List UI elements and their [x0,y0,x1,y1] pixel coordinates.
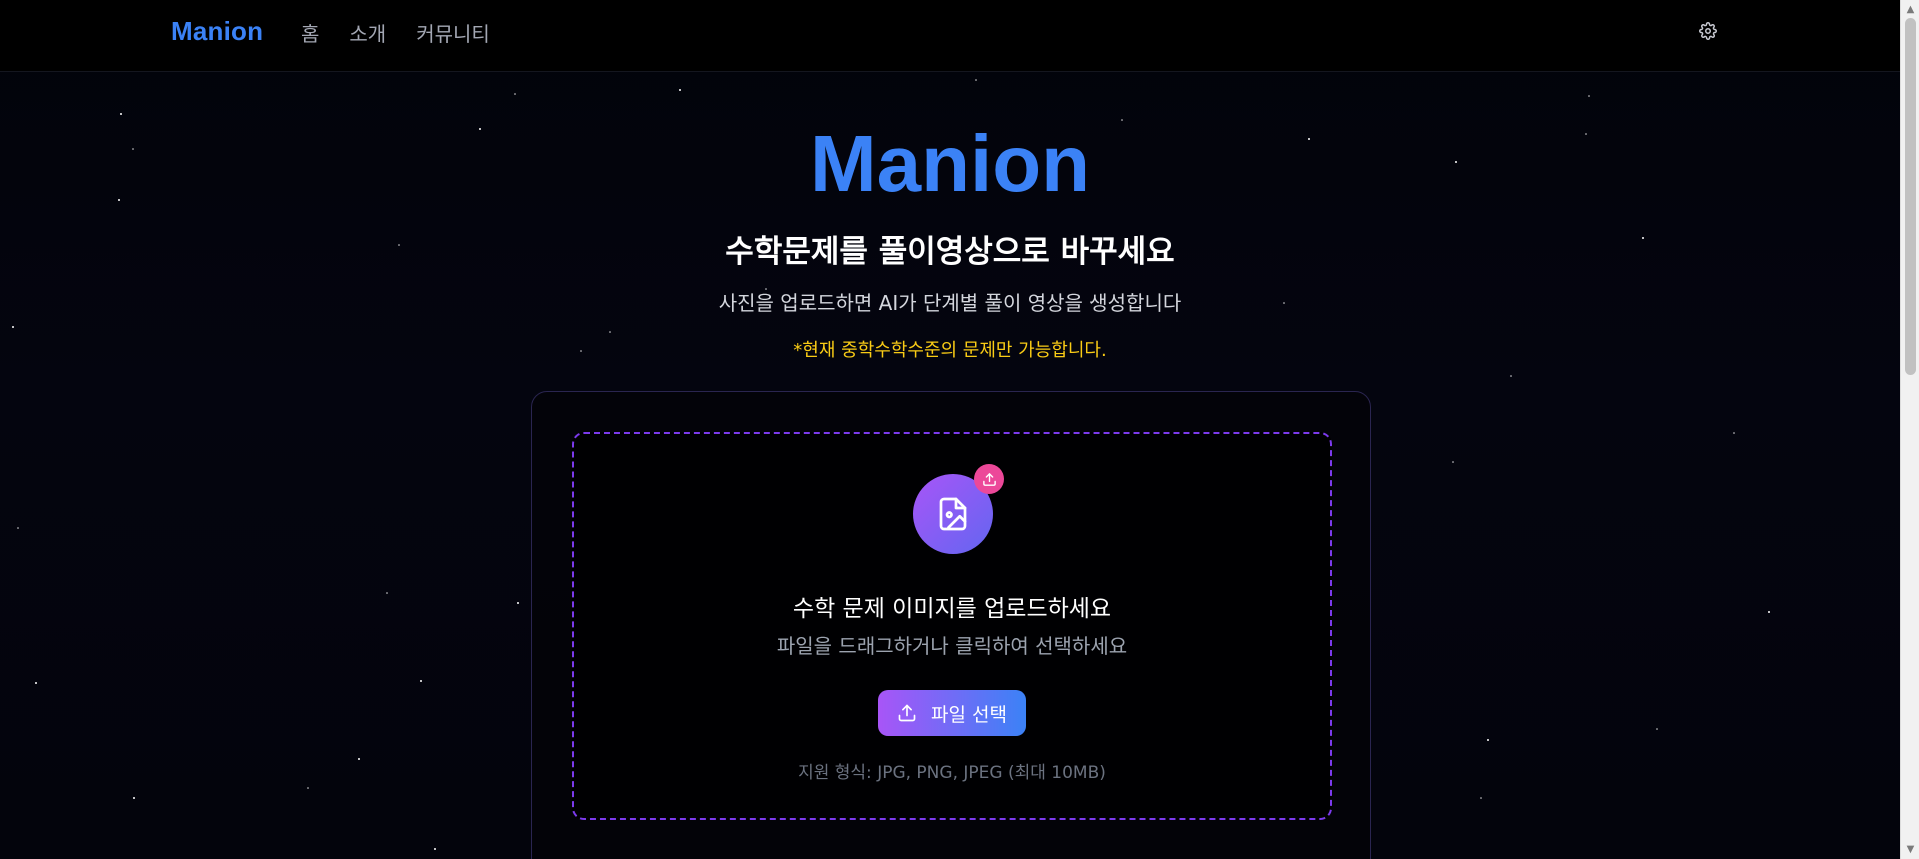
star [133,797,135,799]
star [307,787,309,789]
gear-icon [1699,22,1717,40]
supported-formats: 지원 형식: JPG, PNG, JPEG (최대 10MB) [798,763,1106,783]
star [975,79,977,81]
hero-notice: *현재 중학수학수준의 문제만 가능합니다. [793,340,1107,361]
choose-file-label: 파일 선택 [931,703,1007,726]
page-scrollbar[interactable]: ▲ ▼ [1900,0,1919,859]
star [1588,95,1590,97]
star [1510,375,1512,377]
star [35,682,37,684]
file-image-icon [939,497,967,531]
star [386,592,388,594]
star [420,680,422,682]
nav-item-community[interactable]: 커뮤니티 [416,18,490,47]
star [358,758,360,760]
upload-title: 수학 문제 이미지를 업로드하세요 [792,596,1112,622]
hero-subtitle: 수학문제를 풀이영상으로 바꾸세요 [725,234,1175,270]
upload-badge [974,464,1004,494]
brand-logo[interactable]: Manion [171,16,263,47]
star [1480,797,1482,799]
scroll-up-arrow[interactable]: ▲ [1901,1,1919,18]
settings-button[interactable] [1697,20,1719,42]
upload-icon [982,472,996,486]
star [1733,432,1735,434]
hero-description: 사진을 업로드하면 AI가 단계별 풀이 영상을 생성합니다 [718,291,1182,315]
star [1656,728,1658,730]
file-dropzone[interactable]: 수학 문제 이미지를 업로드하세요 파일을 드래그하거나 클릭하여 선택하세요 … [572,432,1332,820]
top-navigation-bar: Manion 홈 소개 커뮤니티 [0,0,1900,72]
scroll-down-arrow[interactable]: ▼ [1901,841,1919,858]
star [17,527,19,529]
star [679,89,681,91]
choose-file-button[interactable]: 파일 선택 [878,690,1026,736]
upload-instructions: 파일을 드래그하거나 클릭하여 선택하세요 [776,634,1128,658]
star [609,331,611,333]
star [1452,461,1454,463]
scrollbar-thumb[interactable] [1905,18,1916,375]
nav-item-about[interactable]: 소개 [349,18,386,47]
star [1768,611,1770,613]
upload-icon [898,704,916,722]
nav-item-home[interactable]: 홈 [301,18,319,47]
page: Manion 홈 소개 커뮤니티 Manion 수학문제를 풀이영상으로 바꾸세… [0,0,1919,859]
star [434,848,436,850]
star [12,326,14,328]
main-nav: 홈 소개 커뮤니티 [301,18,490,47]
star [517,602,519,604]
upload-card: 수학 문제 이미지를 업로드하세요 파일을 드래그하거나 클릭하여 선택하세요 … [531,391,1371,859]
star [120,113,122,115]
star [514,93,516,95]
star [1487,739,1489,741]
hero-title: Manion [810,119,1090,208]
